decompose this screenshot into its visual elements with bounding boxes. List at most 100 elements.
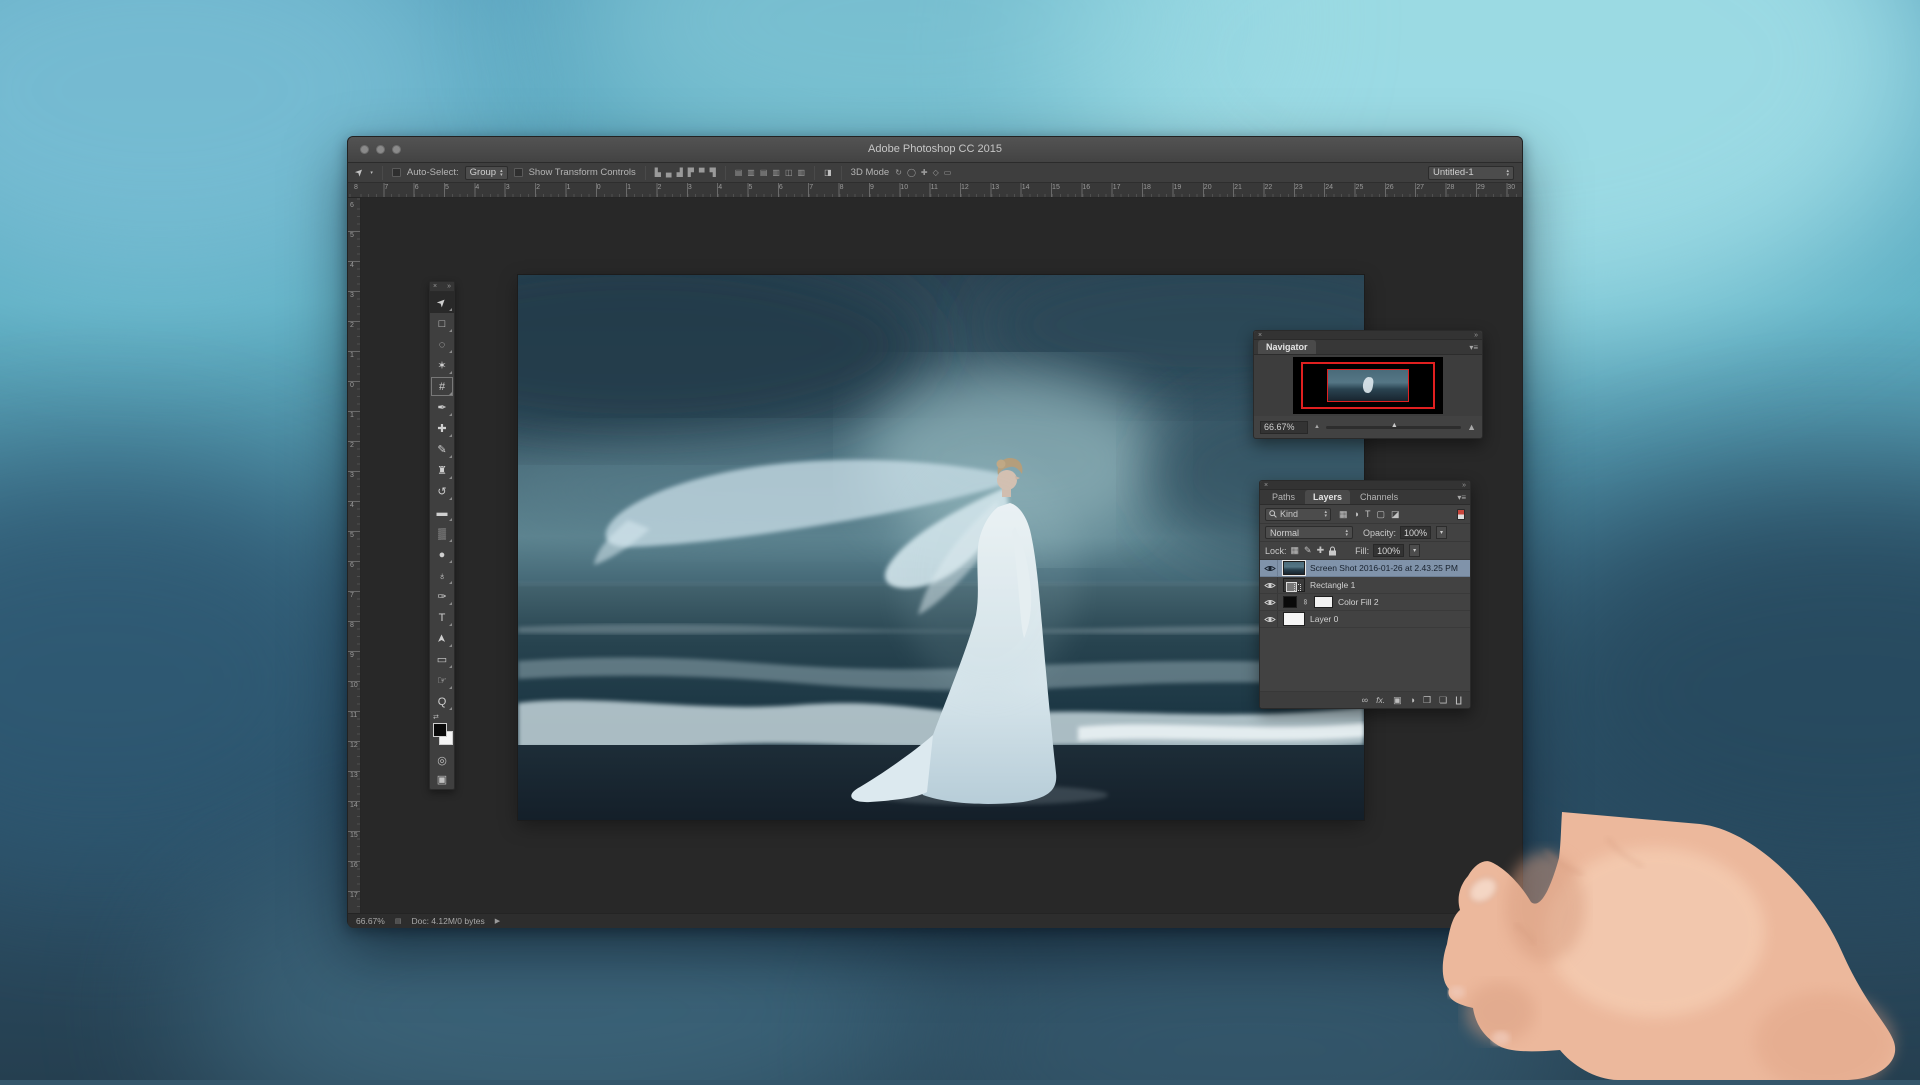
lock-pixels-icon[interactable]: ✎ — [1304, 545, 1312, 556]
brush-tool[interactable]: ✎ — [430, 439, 454, 460]
eyedropper-tool[interactable]: ✒ — [430, 397, 454, 418]
layer-row[interactable]: Screen Shot 2016-01-26 at 2.43.25 PM — [1260, 560, 1470, 577]
horizontal-ruler[interactable]: 8765432101234567891011121314151617181920… — [348, 183, 1522, 198]
tab-layers[interactable]: Layers — [1305, 490, 1350, 504]
align-right-edges-icon[interactable]: ▟ — [677, 169, 683, 177]
layer-filter-kind-dropdown[interactable]: Kind ▴▾ — [1265, 508, 1331, 521]
vertical-ruler[interactable]: 65432101234567891011121314151617 — [348, 198, 361, 913]
mask-link-icon[interactable]: ∞ — [1301, 599, 1310, 606]
crop-tool[interactable]: # — [430, 376, 454, 397]
tab-paths[interactable]: Paths — [1264, 490, 1303, 504]
layer-style-icon[interactable]: fx. — [1376, 696, 1385, 705]
auto-select-target-dropdown[interactable]: Group ▴▾ — [465, 166, 508, 180]
history-brush-tool[interactable]: ↺ — [430, 481, 454, 502]
document-selector-dropdown[interactable]: Untitled-1 ▴▾ — [1428, 166, 1514, 180]
layer-mask-thumbnail[interactable] — [1314, 596, 1333, 608]
dodge-tool[interactable]: ♀ — [430, 565, 454, 586]
layer-thumbnail[interactable] — [1283, 612, 1305, 626]
tool-preset-caret-icon[interactable]: ▾ — [370, 171, 373, 175]
panel-menu-icon[interactable]: ▾≡ — [1469, 343, 1478, 352]
visibility-eye-icon[interactable] — [1264, 598, 1276, 607]
tools-close-icon[interactable]: × — [433, 283, 437, 290]
align-bottom-edges-icon[interactable]: ▜ — [710, 169, 716, 177]
opacity-dropdown-icon[interactable]: ▾ — [1436, 526, 1447, 539]
gradient-tool[interactable]: ▒ — [430, 523, 454, 544]
3d-slide-icon[interactable]: ◇ — [933, 169, 939, 177]
path-selection-tool[interactable]: ➤ — [430, 628, 454, 649]
filter-pixel-layers-icon[interactable]: ▦ — [1339, 509, 1348, 520]
swap-colors-icon[interactable]: ⇄ — [433, 713, 439, 721]
panel-menu-icon[interactable]: ▾≡ — [1457, 493, 1466, 502]
layer-row[interactable]: ∞Color Fill 2 — [1260, 594, 1470, 611]
tab-navigator[interactable]: Navigator — [1258, 340, 1316, 354]
3d-scale-icon[interactable]: ▭ — [944, 169, 952, 177]
navigator-zoom-slider[interactable]: ▲ — [1326, 426, 1461, 429]
lock-all-icon[interactable] — [1328, 546, 1337, 556]
align-horizontal-centers-icon[interactable]: ▄ — [666, 169, 672, 177]
filter-smart-objects-icon[interactable]: ◪ — [1391, 509, 1400, 520]
tools-collapse-icon[interactable]: » — [447, 283, 451, 290]
auto-align-layers-icon[interactable]: ◨ — [824, 169, 832, 177]
hand-tool[interactable]: ☞ — [430, 670, 454, 691]
rectangle-shape-tool[interactable]: ▭ — [430, 649, 454, 670]
distribute-right-edges-icon[interactable]: ▥ — [798, 169, 806, 177]
slider-thumb-icon[interactable]: ▲ — [1391, 422, 1398, 429]
layer-thumbnail[interactable] — [1283, 561, 1305, 575]
panel-close-icon[interactable]: × — [1264, 482, 1268, 489]
new-adjustment-layer-icon[interactable]: ◑ — [1410, 696, 1415, 705]
panel-collapse-icon[interactable]: » — [1474, 332, 1478, 339]
new-layer-icon[interactable]: ❏ — [1439, 696, 1447, 705]
pen-tool[interactable]: ✑ — [430, 586, 454, 607]
fill-color-thumbnail[interactable] — [1283, 596, 1297, 608]
filter-shape-layers-icon[interactable]: ▢ — [1376, 509, 1385, 520]
distribute-left-edges-icon[interactable]: ▥ — [772, 169, 780, 177]
lasso-tool[interactable]: ◌ — [430, 334, 454, 355]
work-area[interactable]: × » ➤□◌✶#✒✚✎♜↺▬▒●♀✑T➤▭☞Q ⇄ ◎ ▣ × » — [361, 198, 1522, 913]
quick-mask-button[interactable]: ◎ — [430, 751, 454, 770]
add-layer-mask-icon[interactable]: ▣ — [1393, 696, 1402, 705]
zoom-tool[interactable]: Q — [430, 691, 454, 712]
layer-row[interactable]: Rectangle 1 — [1260, 577, 1470, 594]
navigator-preview[interactable] — [1254, 355, 1482, 416]
foreground-color-swatch[interactable] — [433, 723, 447, 737]
align-left-edges-icon[interactable]: ▙ — [655, 169, 661, 177]
screen-mode-button[interactable]: ▣ — [430, 770, 454, 789]
opacity-field[interactable]: 100% — [1400, 526, 1431, 539]
filter-type-layers-icon[interactable]: T — [1365, 509, 1371, 519]
3d-pan-icon[interactable]: ✚ — [921, 169, 928, 177]
panel-collapse-icon[interactable]: » — [1462, 482, 1466, 489]
distribute-horizontal-centers-icon[interactable]: ◫ — [785, 169, 793, 177]
lock-transparency-icon[interactable]: ▦ — [1291, 545, 1300, 556]
distribute-top-edges-icon[interactable]: ▤ — [735, 169, 743, 177]
lock-position-icon[interactable]: ✚ — [1317, 545, 1325, 556]
tab-channels[interactable]: Channels — [1352, 490, 1406, 504]
visibility-eye-icon[interactable] — [1264, 564, 1276, 573]
filter-toggle-switch[interactable] — [1457, 509, 1465, 520]
zoom-out-icon[interactable]: ▲ — [1314, 424, 1320, 430]
title-bar[interactable]: Adobe Photoshop CC 2015 — [348, 137, 1522, 163]
filter-adjustment-layers-icon[interactable]: ◑ — [1354, 509, 1359, 519]
navigator-zoom-field[interactable]: 66.67% — [1260, 421, 1308, 434]
blur-tool[interactable]: ● — [430, 544, 454, 565]
layer-row[interactable]: Layer 0 — [1260, 611, 1470, 628]
move-tool[interactable]: ➤ — [430, 292, 454, 313]
link-layers-icon[interactable]: ∞ — [1362, 696, 1368, 705]
magic-wand-tool[interactable]: ✶ — [430, 355, 454, 376]
spot-healing-brush-tool[interactable]: ✚ — [430, 418, 454, 439]
type-tool[interactable]: T — [430, 607, 454, 628]
3d-rotate-icon[interactable]: ↻ — [895, 169, 902, 177]
status-zoom-field[interactable]: 66.67% — [356, 916, 385, 926]
panel-close-icon[interactable]: × — [1258, 332, 1262, 339]
fill-dropdown-icon[interactable]: ▾ — [1409, 544, 1420, 557]
rectangular-marquee-tool[interactable]: □ — [430, 313, 454, 334]
show-transform-controls-checkbox[interactable] — [514, 168, 523, 177]
visibility-eye-icon[interactable] — [1264, 581, 1276, 590]
visibility-eye-icon[interactable] — [1264, 615, 1276, 624]
status-doc-info[interactable]: Doc: 4.12M/0 bytes — [411, 916, 484, 926]
status-expand-icon[interactable]: ▶ — [495, 917, 500, 925]
eraser-tool[interactable]: ▬ — [430, 502, 454, 523]
canvas-image[interactable] — [518, 275, 1364, 820]
delete-layer-icon[interactable]: ∐ — [1455, 696, 1462, 705]
new-group-icon[interactable]: ❒ — [1423, 696, 1431, 705]
auto-select-checkbox[interactable] — [392, 168, 401, 177]
